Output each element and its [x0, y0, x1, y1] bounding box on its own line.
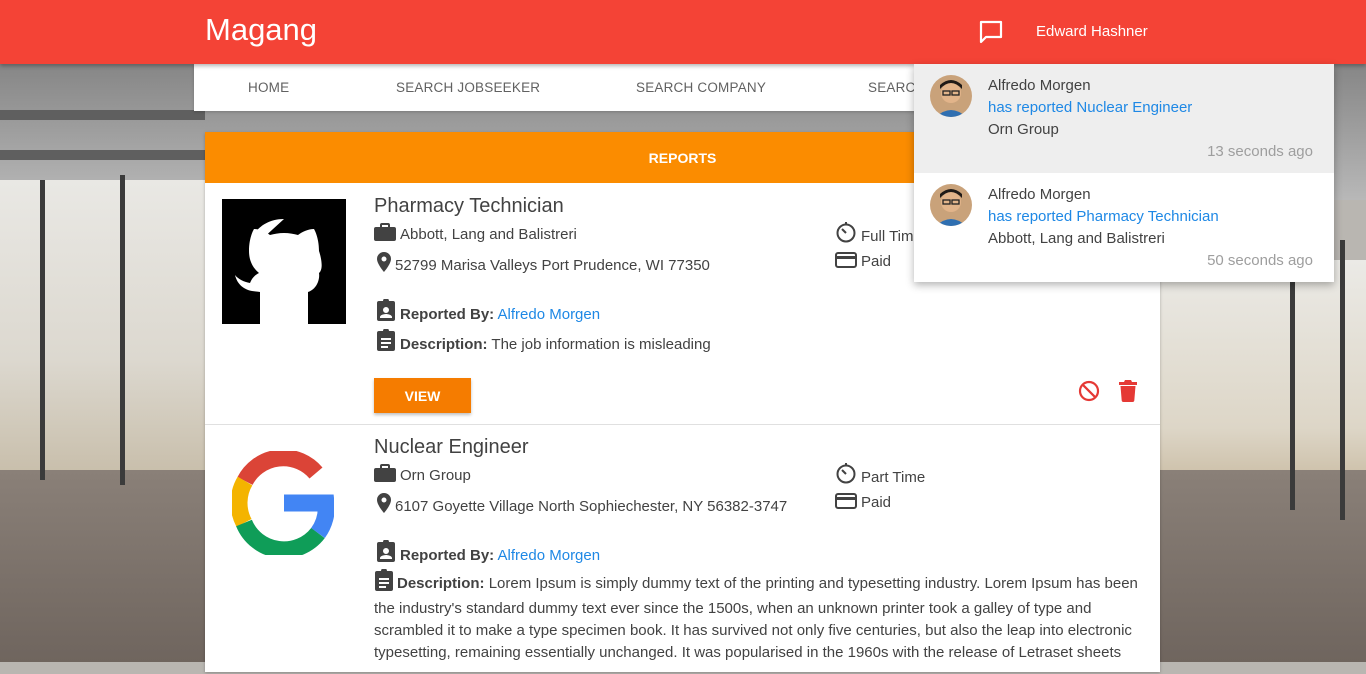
window-frame: [40, 180, 45, 480]
credit-card-icon: [835, 252, 857, 272]
timer-icon: [835, 462, 857, 488]
window-frame: [120, 175, 125, 485]
message-icon[interactable]: [978, 20, 1004, 44]
description-label: Description:: [400, 336, 488, 353]
window-frame: [1340, 240, 1345, 520]
job-type: Full Time: [861, 228, 922, 245]
reported-by-label: Reported By:: [400, 547, 495, 564]
nav-search-company[interactable]: SEARCH COMPANY: [636, 80, 766, 95]
notification-user: Alfredo Morgen: [988, 186, 1091, 203]
notification-action: has reported Pharmacy Technician: [988, 208, 1219, 225]
description-text: The job information is misleading: [491, 336, 711, 353]
job-type-row: Part Time: [835, 462, 925, 488]
company-name: Abbott, Lang and Balistreri: [400, 226, 577, 243]
reported-by-row: Reported By: Alfredo Morgen: [376, 298, 601, 325]
report-item: Nuclear Engineer Orn Group 6107 Goyette …: [205, 424, 1160, 674]
pay-row: Paid: [835, 493, 891, 513]
address-row: 6107 Goyette Village North Sophiechester…: [377, 493, 787, 517]
main-nav: HOME SEARCH JOBSEEKER SEARCH COMPANY SEA…: [194, 64, 934, 111]
nav-search-jobseeker[interactable]: SEARCH JOBSEEKER: [396, 80, 540, 95]
window-frame: [1290, 250, 1295, 510]
ceiling-beam: [0, 150, 205, 160]
github-icon: [222, 199, 346, 324]
avatar: [930, 75, 972, 117]
reported-by-row: Reported By: Alfredo Morgen: [376, 539, 601, 566]
assignment-ind-icon: [376, 298, 396, 325]
description-row: Description: The job information is misl…: [376, 328, 711, 355]
reporter-link[interactable]: Alfredo Morgen: [498, 306, 601, 323]
reporter-link[interactable]: Alfredo Morgen: [498, 547, 601, 564]
brand-logo[interactable]: Magang: [205, 12, 317, 48]
background-window-right: [1160, 260, 1366, 500]
job-title: Pharmacy Technician: [374, 195, 564, 217]
job-type: Part Time: [861, 469, 926, 486]
notification-company: Orn Group: [988, 121, 1059, 138]
briefcase-icon: [374, 464, 396, 486]
notification-time: 50 seconds ago: [1207, 252, 1313, 269]
pay-row: Paid: [835, 252, 891, 272]
pay-type: Paid: [861, 494, 892, 511]
location-pin-icon: [377, 252, 391, 276]
credit-card-icon: [835, 493, 857, 513]
assignment-ind-icon: [376, 539, 396, 566]
address: 6107 Goyette Village North Sophiechester…: [395, 498, 788, 515]
user-menu[interactable]: Edward Hashner: [1036, 23, 1148, 40]
assignment-icon: [376, 328, 396, 355]
job-title: Nuclear Engineer: [374, 436, 529, 458]
avatar: [930, 184, 972, 226]
address-row: 52799 Marisa Valleys Port Prudence, WI 7…: [377, 252, 710, 276]
notification-action: has reported Nuclear Engineer: [988, 99, 1193, 116]
job-type-row: Full Time: [835, 221, 922, 247]
notification-user: Alfredo Morgen: [988, 77, 1091, 94]
nav-home[interactable]: HOME: [248, 80, 289, 95]
notifications-dropdown: Alfredo Morgen has reported Nuclear Engi…: [914, 64, 1334, 282]
timer-icon: [835, 221, 857, 247]
google-icon: [230, 449, 335, 559]
reported-by-label: Reported By:: [400, 306, 495, 323]
notification-item[interactable]: Alfredo Morgen has reported Nuclear Engi…: [914, 64, 1334, 173]
background-window-left: [0, 180, 205, 480]
notification-time: 13 seconds ago: [1207, 143, 1313, 160]
company-row: Abbott, Lang and Balistreri: [374, 223, 577, 245]
company-name: Orn Group: [400, 467, 471, 484]
delete-icon[interactable]: [1119, 380, 1137, 403]
description-text: Lorem Ipsum is simply dummy text of the …: [374, 575, 1138, 661]
pay-type: Paid: [861, 253, 892, 270]
briefcase-icon: [374, 223, 396, 245]
description-label: Description:: [397, 575, 485, 592]
assignment-icon: [374, 568, 394, 598]
app-bar: Magang Edward Hashner: [0, 0, 1366, 64]
location-pin-icon: [377, 493, 391, 517]
block-icon[interactable]: [1078, 380, 1100, 402]
company-row: Orn Group: [374, 464, 471, 486]
description-row: Description: Lorem Ipsum is simply dummy…: [374, 568, 1144, 664]
notification-item[interactable]: Alfredo Morgen has reported Pharmacy Tec…: [914, 173, 1334, 282]
address: 52799 Marisa Valleys Port Prudence, WI 7…: [395, 257, 710, 274]
ceiling-beam: [0, 110, 205, 120]
notification-company: Abbott, Lang and Balistreri: [988, 230, 1165, 247]
view-button[interactable]: VIEW: [374, 378, 471, 413]
